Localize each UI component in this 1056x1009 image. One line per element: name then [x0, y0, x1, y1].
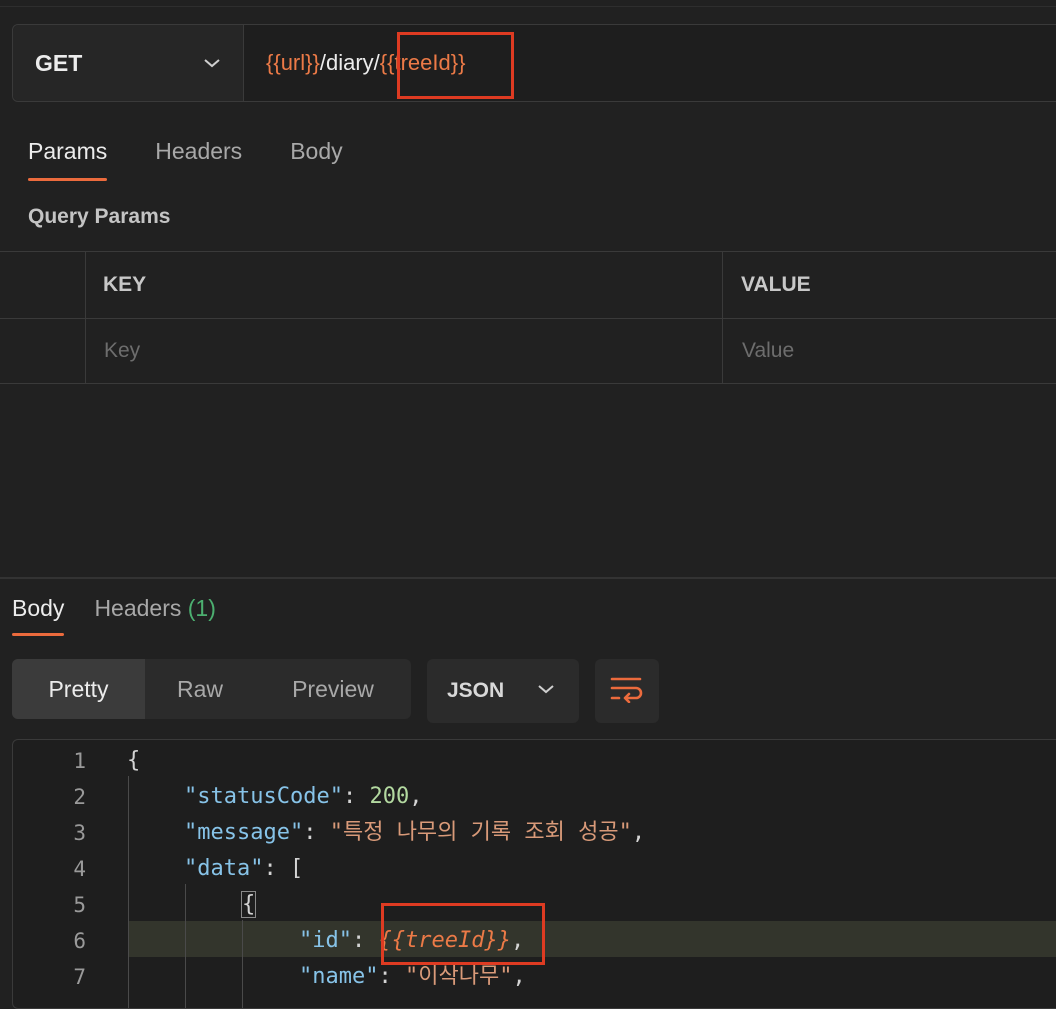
- indent-guide: [185, 884, 186, 1008]
- highlight-box-id: [381, 903, 545, 965]
- method-select[interactable]: GET: [13, 25, 244, 101]
- json-key: "statusCode": [184, 784, 343, 809]
- highlight-box-url: [397, 32, 514, 99]
- url-variable-base: {{url}}: [266, 50, 320, 75]
- request-tabs: Params Headers Body: [28, 138, 343, 181]
- code-line: "data": [: [184, 856, 304, 881]
- json-brace: {: [127, 748, 141, 773]
- tab-response-headers[interactable]: Headers (1): [94, 595, 215, 636]
- indent-guide: [242, 920, 243, 1008]
- format-label: JSON: [447, 679, 505, 702]
- chevron-down-icon: [537, 682, 555, 700]
- line-number: 3: [73, 821, 86, 845]
- tab-response-headers-label: Headers: [94, 595, 182, 621]
- line-number: 7: [73, 965, 86, 989]
- tab-response-body[interactable]: Body: [12, 595, 65, 636]
- json-string: "이삭나무": [404, 964, 513, 989]
- json-key: "name": [299, 964, 379, 989]
- tab-params[interactable]: Params: [28, 138, 108, 181]
- json-string: "특정 나무의 기록 조회 성공": [329, 820, 632, 845]
- response-tabs: Body Headers (1): [12, 595, 216, 636]
- view-raw-button[interactable]: Raw: [145, 659, 255, 719]
- chevron-down-icon: [203, 57, 221, 69]
- indent-guide: [128, 776, 129, 1008]
- code-line: {: [127, 743, 140, 779]
- top-divider: [0, 6, 1056, 7]
- column-divider: [85, 252, 86, 383]
- json-brace: {: [240, 891, 257, 918]
- query-params-table: KEY VALUE Key Value: [0, 251, 1056, 384]
- method-label: GET: [35, 49, 83, 76]
- line-number: 5: [73, 893, 86, 917]
- line-number: 1: [73, 749, 86, 773]
- json-key: "id": [299, 928, 352, 953]
- tab-body[interactable]: Body: [290, 138, 342, 181]
- line-number: 6: [73, 929, 86, 953]
- json-key: "message": [184, 820, 304, 845]
- table-header-row: KEY VALUE: [0, 252, 1056, 319]
- code-line: "message": "특정 나무의 기록 조회 성공",: [184, 820, 646, 845]
- url-path: /diary/: [319, 50, 380, 75]
- value-input[interactable]: Value: [742, 318, 1042, 384]
- json-key: "data": [184, 856, 264, 881]
- line-number: 4: [73, 857, 86, 881]
- code-line: {: [240, 887, 257, 923]
- wrap-lines-button[interactable]: [595, 659, 659, 723]
- column-header-key: KEY: [103, 273, 147, 296]
- column-header-value: VALUE: [741, 273, 811, 296]
- tab-headers[interactable]: Headers: [155, 138, 242, 181]
- current-line-highlight: [128, 921, 1056, 957]
- code-line: "statusCode": 200,: [184, 784, 423, 809]
- column-divider: [722, 252, 723, 383]
- format-select[interactable]: JSON: [427, 659, 579, 723]
- json-number: 200: [369, 784, 410, 809]
- response-divider[interactable]: [0, 577, 1056, 579]
- headers-count-badge: (1): [187, 595, 216, 621]
- view-mode-toggle: Pretty Raw Preview: [12, 659, 411, 719]
- response-body-editor[interactable]: 1 2 3 4 5 6 7 { "statusCode": 200, "mess…: [12, 739, 1056, 1009]
- key-input[interactable]: Key: [104, 318, 704, 384]
- view-pretty-button[interactable]: Pretty: [12, 659, 145, 719]
- json-bracket: [: [289, 856, 304, 881]
- table-row: Key Value: [0, 318, 1056, 384]
- request-url-bar: GET {{url}}/diary/{{treeId}}: [12, 24, 1056, 102]
- view-preview-button[interactable]: Preview: [255, 659, 411, 719]
- query-params-title: Query Params: [28, 205, 171, 228]
- line-number: 2: [73, 785, 86, 809]
- wrap-lines-icon: [610, 675, 644, 708]
